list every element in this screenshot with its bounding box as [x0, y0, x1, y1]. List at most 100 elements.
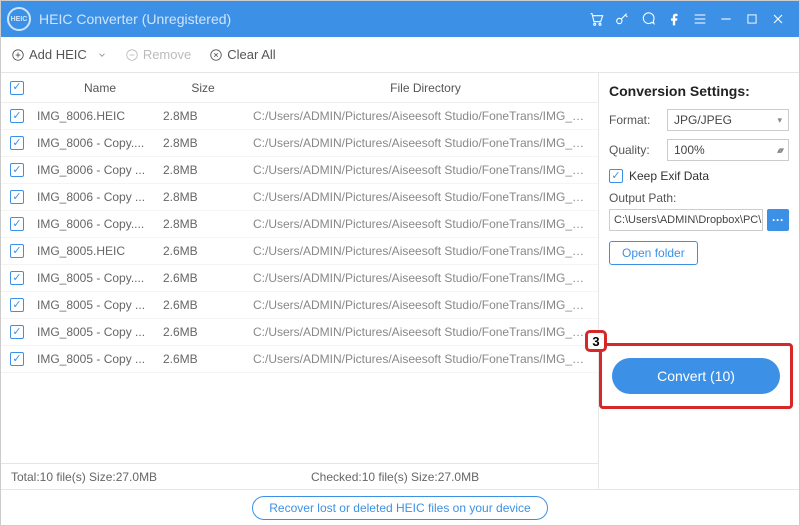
row-checkbox[interactable] — [10, 190, 24, 204]
minimize-icon[interactable] — [713, 6, 739, 32]
file-name: IMG_8006 - Copy ... — [33, 163, 163, 177]
browse-button[interactable]: ··· — [767, 209, 789, 231]
file-pane: Name Size File Directory IMG_8006.HEIC2.… — [1, 73, 599, 489]
file-directory: C:/Users/ADMIN/Pictures/Aiseesoft Studio… — [243, 244, 598, 258]
remove-label: Remove — [143, 47, 191, 62]
plus-circle-icon — [11, 48, 25, 62]
row-checkbox[interactable] — [10, 352, 24, 366]
close-icon[interactable] — [765, 6, 791, 32]
file-name: IMG_8005 - Copy ... — [33, 325, 163, 339]
output-path-label: Output Path: — [609, 191, 789, 205]
file-name: IMG_8006 - Copy.... — [33, 217, 163, 231]
file-name: IMG_8005.HEIC — [33, 244, 163, 258]
file-directory: C:/Users/ADMIN/Pictures/Aiseesoft Studio… — [243, 271, 598, 285]
quality-label: Quality: — [609, 143, 661, 157]
menu-icon[interactable] — [687, 6, 713, 32]
row-checkbox[interactable] — [10, 244, 24, 258]
format-label: Format: — [609, 113, 661, 127]
main-area: Name Size File Directory IMG_8006.HEIC2.… — [1, 73, 799, 489]
file-directory: C:/Users/ADMIN/Pictures/Aiseesoft Studio… — [243, 325, 598, 339]
app-window: HEIC HEIC Converter (Unregistered) Add H… — [0, 0, 800, 526]
table-row[interactable]: IMG_8005 - Copy ...2.6MBC:/Users/ADMIN/P… — [1, 346, 598, 373]
file-name: IMG_8006.HEIC — [33, 109, 163, 123]
row-checkbox[interactable] — [10, 163, 24, 177]
convert-button[interactable]: Convert (10) — [612, 358, 780, 394]
row-checkbox[interactable] — [10, 109, 24, 123]
footer: Recover lost or deleted HEIC files on yo… — [1, 489, 799, 525]
clear-all-button[interactable]: Clear All — [209, 47, 275, 62]
file-directory: C:/Users/ADMIN/Pictures/Aiseesoft Studio… — [243, 109, 598, 123]
row-checkbox[interactable] — [10, 271, 24, 285]
status-total: Total:10 file(s) Size:27.0MB — [11, 470, 311, 484]
file-name: IMG_8006 - Copy ... — [33, 190, 163, 204]
clear-all-label: Clear All — [227, 47, 275, 62]
file-size: 2.6MB — [163, 325, 243, 339]
col-dir-header[interactable]: File Directory — [243, 81, 598, 95]
facebook-icon[interactable] — [661, 6, 687, 32]
app-logo: HEIC — [7, 7, 31, 31]
file-size: 2.8MB — [163, 109, 243, 123]
x-circle-icon — [209, 48, 223, 62]
file-size: 2.6MB — [163, 298, 243, 312]
remove-button[interactable]: Remove — [125, 47, 191, 62]
row-checkbox[interactable] — [10, 136, 24, 150]
toolbar: Add HEIC Remove Clear All — [1, 37, 799, 73]
file-name: IMG_8005 - Copy.... — [33, 271, 163, 285]
file-directory: C:/Users/ADMIN/Pictures/Aiseesoft Studio… — [243, 217, 598, 231]
chevron-down-icon — [97, 50, 107, 60]
table-row[interactable]: IMG_8006 - Copy....2.8MBC:/Users/ADMIN/P… — [1, 130, 598, 157]
table-header: Name Size File Directory — [1, 73, 598, 103]
row-checkbox[interactable] — [10, 325, 24, 339]
file-size: 2.6MB — [163, 244, 243, 258]
keep-exif-checkbox[interactable] — [609, 169, 623, 183]
table-row[interactable]: IMG_8005.HEIC2.6MBC:/Users/ADMIN/Picture… — [1, 238, 598, 265]
col-name-header[interactable]: Name — [33, 81, 163, 95]
file-rows: IMG_8006.HEIC2.8MBC:/Users/ADMIN/Picture… — [1, 103, 598, 463]
file-size: 2.8MB — [163, 217, 243, 231]
format-value: JPG/JPEG — [674, 113, 732, 127]
chat-icon[interactable] — [635, 6, 661, 32]
minus-circle-icon — [125, 48, 139, 62]
add-heic-button[interactable]: Add HEIC — [11, 47, 107, 62]
keep-exif-label: Keep Exif Data — [629, 169, 709, 183]
stepper-icon: ▴▾ — [777, 145, 782, 156]
format-select[interactable]: JPG/JPEG ▾ — [667, 109, 789, 131]
settings-heading: Conversion Settings: — [609, 83, 789, 99]
quality-select[interactable]: 100% ▴▾ — [667, 139, 789, 161]
table-row[interactable]: IMG_8006 - Copy ...2.8MBC:/Users/ADMIN/P… — [1, 157, 598, 184]
file-directory: C:/Users/ADMIN/Pictures/Aiseesoft Studio… — [243, 163, 598, 177]
file-name: IMG_8005 - Copy ... — [33, 352, 163, 366]
step-callout: 3 — [585, 330, 607, 352]
col-size-header[interactable]: Size — [163, 81, 243, 95]
open-folder-button[interactable]: Open folder — [609, 241, 698, 265]
row-checkbox[interactable] — [10, 298, 24, 312]
file-size: 2.8MB — [163, 190, 243, 204]
chevron-down-icon: ▾ — [777, 115, 782, 126]
status-bar: Total:10 file(s) Size:27.0MB Checked:10 … — [1, 463, 598, 489]
file-size: 2.8MB — [163, 136, 243, 150]
select-all-checkbox[interactable] — [10, 81, 24, 95]
file-directory: C:/Users/ADMIN/Pictures/Aiseesoft Studio… — [243, 352, 598, 366]
maximize-icon[interactable] — [739, 6, 765, 32]
output-path-field[interactable]: C:\Users\ADMIN\Dropbox\PC\ — [609, 209, 763, 231]
row-checkbox[interactable] — [10, 217, 24, 231]
file-size: 2.6MB — [163, 352, 243, 366]
key-icon[interactable] — [609, 6, 635, 32]
table-row[interactable]: IMG_8006 - Copy ...2.8MBC:/Users/ADMIN/P… — [1, 184, 598, 211]
app-title: HEIC Converter (Unregistered) — [39, 11, 231, 27]
file-directory: C:/Users/ADMIN/Pictures/Aiseesoft Studio… — [243, 298, 598, 312]
table-row[interactable]: IMG_8005 - Copy ...2.6MBC:/Users/ADMIN/P… — [1, 292, 598, 319]
cart-icon[interactable] — [583, 6, 609, 32]
file-name: IMG_8005 - Copy ... — [33, 298, 163, 312]
table-row[interactable]: IMG_8006.HEIC2.8MBC:/Users/ADMIN/Picture… — [1, 103, 598, 130]
table-row[interactable]: IMG_8005 - Copy....2.6MBC:/Users/ADMIN/P… — [1, 265, 598, 292]
recover-link[interactable]: Recover lost or deleted HEIC files on yo… — [252, 496, 547, 520]
file-name: IMG_8006 - Copy.... — [33, 136, 163, 150]
table-row[interactable]: IMG_8006 - Copy....2.8MBC:/Users/ADMIN/P… — [1, 211, 598, 238]
file-directory: C:/Users/ADMIN/Pictures/Aiseesoft Studio… — [243, 136, 598, 150]
titlebar: HEIC HEIC Converter (Unregistered) — [1, 1, 799, 37]
table-row[interactable]: IMG_8005 - Copy ...2.6MBC:/Users/ADMIN/P… — [1, 319, 598, 346]
settings-panel: Conversion Settings: Format: JPG/JPEG ▾ … — [599, 73, 799, 489]
file-directory: C:/Users/ADMIN/Pictures/Aiseesoft Studio… — [243, 190, 598, 204]
quality-value: 100% — [674, 143, 705, 157]
